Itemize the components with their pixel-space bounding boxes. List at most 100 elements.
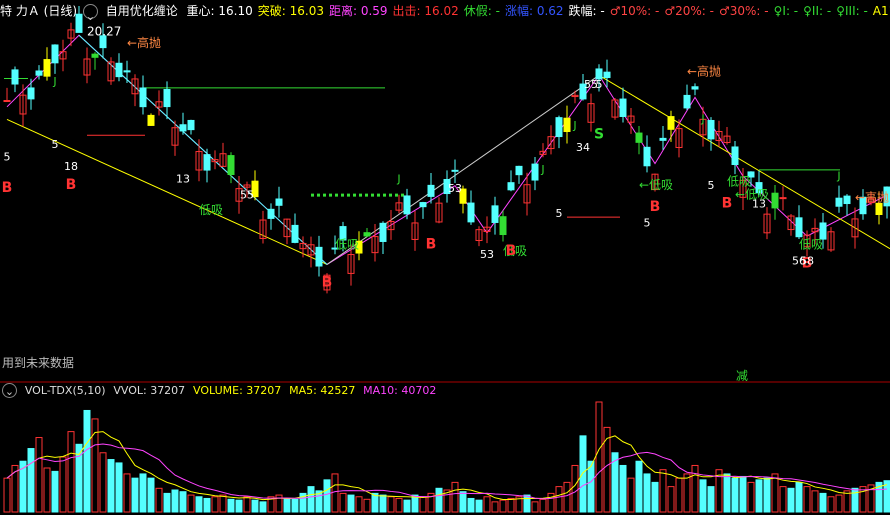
- volume-bar: [107, 459, 115, 513]
- ma10-value: MA10: 40702: [363, 384, 437, 397]
- marker-label: J: [572, 119, 576, 132]
- marker-label: 34: [576, 141, 590, 154]
- volume-bar: [259, 501, 267, 513]
- volume-bar: [667, 486, 675, 513]
- volume-bar: [803, 486, 811, 513]
- volume-bar: [627, 477, 635, 513]
- volume-bar: [227, 498, 235, 513]
- volume-bar: [523, 494, 531, 513]
- header-item: 跌幅: -: [568, 4, 605, 18]
- volume-bar: [683, 473, 691, 513]
- indicator-settings-icon[interactable]: ⌄: [82, 4, 98, 22]
- candle: [507, 182, 515, 191]
- header-items: 重心: 16.10 突破: 16.03 距离: 0.59 出击: 16.02 休假: -…: [182, 4, 890, 18]
- volume-bar: [291, 498, 299, 513]
- volume-bar: [691, 464, 699, 513]
- volume-bar: [507, 497, 515, 513]
- volume-settings-icon[interactable]: ⌄: [2, 383, 17, 398]
- volume-bar: [483, 496, 491, 513]
- volume-bar: [835, 494, 843, 513]
- candle: [427, 184, 435, 197]
- volume-bar: [595, 401, 603, 513]
- volume-bar: [747, 481, 755, 513]
- candle: [27, 87, 35, 100]
- volume-bar: [435, 487, 443, 513]
- candle: [555, 117, 563, 138]
- price-panel: 20.27←高抛←高抛低吸低吸 低吸 低吸←低吸 低吸←低吸 ←高抛B BBB BB BBSJ…: [2, 6, 890, 294]
- volume-bar: [755, 479, 763, 513]
- marker-label: S: [594, 126, 604, 142]
- volume-bar: [499, 499, 507, 513]
- marker-label: J: [540, 163, 544, 176]
- candle: [683, 94, 691, 109]
- header-item: 涨幅: 0.62: [504, 4, 564, 18]
- marker-label: J: [836, 169, 840, 182]
- candle: [531, 163, 539, 181]
- volume-bar: [67, 431, 75, 513]
- volume-bar: [419, 496, 427, 513]
- volume-bar: [59, 456, 67, 513]
- volume-bar: [211, 496, 219, 513]
- candle: [203, 154, 211, 171]
- marker-label: J: [52, 75, 56, 88]
- volume-bar: [3, 477, 11, 513]
- marker-label: 55: [584, 78, 598, 91]
- volume-bar: [699, 479, 707, 513]
- volume-bar: [555, 486, 563, 513]
- volume-bar: [579, 435, 587, 513]
- candle: [139, 87, 147, 108]
- volume-bar: [27, 448, 35, 513]
- volume-bar: [387, 496, 395, 513]
- volume-bar: [571, 464, 579, 513]
- candle: [267, 208, 275, 219]
- header-item: ♀III: -: [836, 4, 868, 18]
- marker-label: 5: [708, 179, 715, 192]
- volume-bar: [99, 452, 107, 513]
- candle: [667, 116, 675, 130]
- volume-bar: [739, 475, 747, 513]
- price-label: 低吸: [335, 238, 359, 252]
- volume-bar: [147, 477, 155, 513]
- candle: [771, 192, 779, 209]
- stock-name: 特 力Ａ: [0, 4, 40, 18]
- volume-bar: [491, 501, 499, 513]
- zigzag-line: [6, 34, 888, 266]
- volume-bar: [707, 486, 715, 513]
- volume-bar: [635, 460, 643, 513]
- volume-bar: [827, 496, 835, 513]
- volume-panel: [3, 401, 890, 513]
- candle: [515, 165, 523, 176]
- volume-bar: [131, 477, 139, 513]
- price-label: ←低吸: [639, 178, 673, 192]
- jian-marker: 减: [736, 369, 749, 383]
- period-label: (日线): [43, 4, 78, 18]
- ma5-line: [6, 431, 888, 501]
- volume-bar: [203, 497, 211, 513]
- volume-bar: [339, 492, 347, 513]
- candle: [91, 53, 99, 58]
- marker-label: B: [650, 199, 661, 215]
- candle: [51, 44, 59, 64]
- price-label: ←高抛: [687, 63, 721, 78]
- candle: [603, 71, 611, 79]
- header-item: 距离: 0.59: [328, 4, 388, 18]
- candle: [11, 69, 19, 85]
- header-item: 休假: -: [463, 4, 500, 18]
- volume-bar: [531, 501, 539, 513]
- price-label: 低吸: [199, 203, 223, 217]
- marker-label: 18: [64, 160, 78, 173]
- candle: [179, 124, 187, 132]
- marker-label: 13: [752, 198, 766, 211]
- volume-bar: [843, 490, 851, 513]
- candle: [419, 202, 427, 208]
- volume-bar: [395, 497, 403, 513]
- candle: [643, 146, 651, 167]
- volume-bar: [187, 494, 195, 513]
- volume-bar: [795, 481, 803, 513]
- price-label: 低吸: [799, 238, 823, 252]
- volume-bar: [851, 487, 859, 513]
- volume-bar: [307, 486, 315, 513]
- marker-label: B: [66, 177, 77, 193]
- volume-bar: [195, 496, 203, 513]
- candle: [43, 59, 51, 77]
